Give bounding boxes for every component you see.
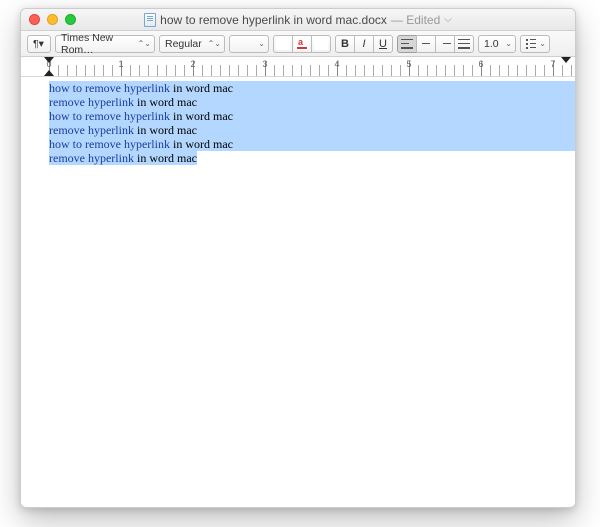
italic-button[interactable]: I [354, 35, 374, 53]
first-line-indent-marker[interactable] [44, 57, 54, 63]
text-line[interactable]: remove hyperlink in word mac [49, 95, 575, 109]
align-left-button[interactable] [397, 35, 417, 53]
align-center-button[interactable] [416, 35, 436, 53]
document-content[interactable]: how to remove hyperlink in word macremov… [21, 77, 575, 165]
list-style-select[interactable]: ⌄ [520, 35, 550, 53]
minimize-button[interactable] [47, 14, 58, 25]
text-color-button[interactable] [273, 35, 293, 53]
right-indent-marker[interactable] [561, 57, 571, 63]
hyperlink-text[interactable]: how to remove hyperlink [49, 137, 170, 151]
chevron-down-icon: ⌄ [505, 39, 512, 48]
hyperlink-text[interactable]: how to remove hyperlink [49, 109, 170, 123]
plain-text[interactable]: in word mac [134, 123, 197, 137]
text-style-group: B I U [335, 35, 393, 53]
plain-text[interactable]: in word mac [170, 137, 233, 151]
font-size-select[interactable]: ⌄ [229, 35, 269, 53]
red-underline-icon: a [295, 38, 309, 50]
document-area[interactable]: how to remove hyperlink in word macremov… [21, 77, 575, 507]
hyperlink-text[interactable]: remove hyperlink [49, 95, 134, 109]
align-justify-button[interactable] [454, 35, 474, 53]
text-line[interactable]: how to remove hyperlink in word mac [49, 81, 575, 95]
align-left-icon [401, 39, 413, 49]
titlebar: how to remove hyperlink in word mac.docx… [21, 9, 575, 31]
chevron-down-icon: ⌄ [258, 39, 265, 48]
font-weight-select[interactable]: Regular ⌃⌄ [159, 35, 225, 53]
text-line[interactable]: remove hyperlink in word mac [49, 123, 575, 137]
app-window: how to remove hyperlink in word mac.docx… [20, 8, 576, 508]
edited-indicator: — Edited [391, 13, 440, 27]
align-center-icon [420, 39, 432, 49]
line-spacing-select[interactable]: 1.0 ⌄ [478, 35, 516, 53]
window-title-text: how to remove hyperlink in word mac.docx [160, 13, 387, 27]
plain-text[interactable]: in word mac [170, 81, 233, 95]
align-justify-icon [458, 39, 470, 49]
paragraph-styles-select[interactable]: ¶▾ [27, 35, 51, 53]
ruler-number: 6 [478, 59, 483, 69]
line-spacing-label: 1.0 [484, 38, 499, 50]
hyperlink-text[interactable]: how to remove hyperlink [49, 81, 170, 95]
plain-text[interactable]: in word mac [134, 95, 197, 109]
traffic-lights [29, 14, 76, 25]
ruler-number: 7 [550, 59, 555, 69]
text-line[interactable]: how to remove hyperlink in word mac [49, 137, 575, 151]
chevron-down-icon: ⌃⌄ [208, 39, 221, 48]
blank-swatch-icon [314, 38, 328, 50]
color-group: a [273, 35, 331, 53]
align-group [397, 35, 474, 53]
text-line[interactable]: remove hyperlink in word mac [49, 151, 197, 165]
plain-text[interactable]: in word mac [134, 151, 197, 165]
left-indent-marker[interactable] [44, 70, 54, 76]
chevron-down-icon: ⌄ [539, 39, 546, 48]
text-line[interactable]: how to remove hyperlink in word mac [49, 109, 575, 123]
underline-button[interactable]: U [373, 35, 393, 53]
chevron-down-icon[interactable]: ⌵ [444, 14, 452, 25]
format-toolbar: ¶▾ Times New Rom… ⌃⌄ Regular ⌃⌄ ⌄ a B I … [21, 31, 575, 57]
zoom-button[interactable] [65, 14, 76, 25]
close-button[interactable] [29, 14, 40, 25]
document-icon [144, 13, 156, 27]
hyperlink-text[interactable]: remove hyperlink [49, 151, 134, 165]
hyperlink-text[interactable]: remove hyperlink [49, 123, 134, 137]
font-family-select[interactable]: Times New Rom… ⌃⌄ [55, 35, 155, 53]
font-weight-label: Regular [165, 38, 202, 50]
paragraph-style-label: ¶▾ [33, 38, 44, 50]
align-right-icon [439, 39, 451, 49]
ruler-number: 1 [118, 59, 123, 69]
chevron-down-icon: ⌃⌄ [138, 39, 151, 48]
font-family-label: Times New Rom… [61, 32, 135, 56]
fill-color-button[interactable] [311, 35, 331, 53]
ruler-number: 5 [406, 59, 411, 69]
align-right-button[interactable] [435, 35, 455, 53]
window-title[interactable]: how to remove hyperlink in word mac.docx… [29, 13, 567, 27]
ruler-number: 2 [190, 59, 195, 69]
blank-swatch-icon [276, 38, 290, 50]
plain-text[interactable]: in word mac [170, 109, 233, 123]
horizontal-ruler[interactable]: 01234567 [21, 57, 575, 77]
bold-button[interactable]: B [335, 35, 355, 53]
list-icon [526, 39, 536, 49]
ruler-number: 4 [334, 59, 339, 69]
ruler-track: 01234567 [49, 57, 575, 76]
ruler-number: 3 [262, 59, 267, 69]
highlight-color-button[interactable]: a [292, 35, 312, 53]
